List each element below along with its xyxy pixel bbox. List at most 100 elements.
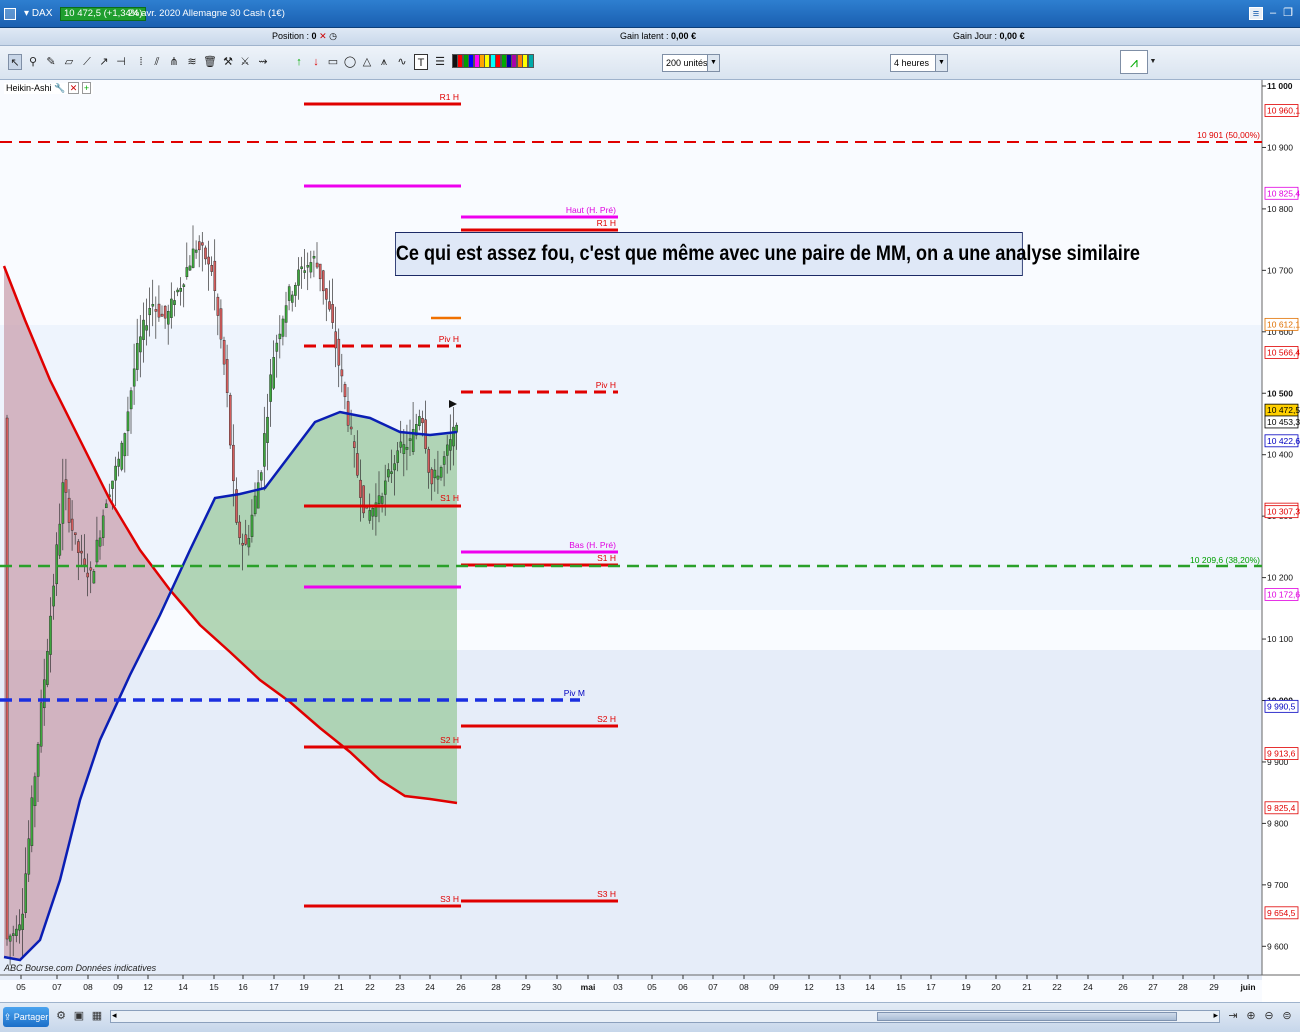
bullish-candle bbox=[142, 319, 145, 340]
gain-jour-label: Gain Jour : bbox=[953, 31, 998, 41]
date-tick-label: 05 bbox=[16, 982, 26, 992]
chevron-down-icon[interactable]: ▼ bbox=[1146, 54, 1160, 70]
fan-icon[interactable]: ≋ bbox=[185, 54, 199, 70]
magnet-icon[interactable]: ⚒ bbox=[221, 54, 235, 70]
price-tag: 10 825,4 bbox=[1267, 188, 1300, 198]
bullish-candle bbox=[43, 679, 46, 709]
line-style-icon[interactable]: ☰ bbox=[433, 54, 447, 70]
trendline-icon[interactable]: ⟋ bbox=[80, 54, 94, 70]
price-tick-label: 9 600 bbox=[1267, 941, 1289, 951]
bearish-candle bbox=[328, 301, 331, 310]
bullish-candle bbox=[368, 510, 372, 521]
add-indicator-icon[interactable]: + bbox=[81, 82, 92, 94]
buy-arrow-icon[interactable]: ↑ bbox=[292, 54, 306, 70]
restore-button[interactable]: ❐ bbox=[1281, 7, 1295, 20]
bearish-candle bbox=[315, 262, 319, 268]
zoom-in-icon[interactable]: ⊕ bbox=[1244, 1009, 1258, 1023]
rectangle-icon[interactable]: ▭ bbox=[326, 54, 340, 70]
zoom-out-icon[interactable]: ⊖ bbox=[1262, 1009, 1276, 1023]
bullish-candle bbox=[111, 480, 114, 489]
price-tick-label: 10 200 bbox=[1267, 573, 1293, 583]
date-tick-label: 06 bbox=[678, 982, 688, 992]
bullish-candle bbox=[439, 467, 443, 478]
scroll-right-icon[interactable]: ▸ bbox=[1213, 1010, 1218, 1021]
eraser-icon[interactable]: ▱ bbox=[62, 54, 76, 70]
date-tick-label: juin bbox=[1239, 982, 1255, 992]
ellipse-icon[interactable]: ◯ bbox=[343, 54, 357, 70]
cycle-icon[interactable]: ⇝ bbox=[256, 54, 270, 70]
bearish-candle bbox=[197, 241, 201, 251]
bearish-candle bbox=[201, 242, 204, 246]
date-tick-label: 21 bbox=[1022, 982, 1032, 992]
remove-indicator-icon[interactable]: ✕ bbox=[67, 82, 80, 94]
layout-icon[interactable]: ≡ bbox=[1249, 7, 1263, 20]
bullish-candle bbox=[309, 262, 313, 273]
chart-annotation[interactable]: Ce qui est assez fou, c'est que même ave… bbox=[395, 232, 1140, 276]
price-tick-label: 11 000 bbox=[1267, 81, 1293, 91]
triangle-icon[interactable]: △ bbox=[360, 54, 374, 70]
bearish-candle bbox=[427, 449, 431, 473]
bullish-candle bbox=[390, 471, 393, 474]
time-scrollbar[interactable]: ◂ ▸ bbox=[110, 1010, 1220, 1023]
screenshot-icon[interactable]: ▣ bbox=[72, 1009, 86, 1023]
gann-icon[interactable]: ⚔ bbox=[238, 54, 252, 70]
period-select[interactable]: 4 heures ▼ bbox=[890, 54, 948, 72]
scroll-end-icon[interactable]: ⇥ bbox=[1226, 1009, 1240, 1023]
chart-settings-icon[interactable]: ⚙ bbox=[54, 1009, 68, 1023]
trash-icon[interactable]: 🗑 bbox=[203, 54, 217, 70]
bullish-candle bbox=[36, 744, 40, 777]
close-position-icon[interactable]: ✕ bbox=[319, 31, 327, 41]
scroll-thumb[interactable] bbox=[877, 1012, 1177, 1021]
bearish-candle bbox=[204, 247, 207, 260]
bullish-candle bbox=[287, 286, 291, 301]
level-label: S2 H bbox=[597, 714, 616, 724]
channel-icon[interactable]: ⫽ bbox=[150, 54, 164, 70]
bullish-candle bbox=[194, 249, 198, 253]
bullish-candle bbox=[8, 935, 12, 942]
bullish-candle bbox=[49, 615, 52, 655]
chart-canvas[interactable]: R1 H 10 901 (50,00%) Haut (H. Pré) R1 H Piv … bbox=[0, 80, 1300, 1002]
price-tag: 9 990,5 bbox=[1267, 701, 1296, 711]
bearish-candle bbox=[210, 265, 214, 272]
ray-icon[interactable]: ↗ bbox=[97, 54, 111, 70]
date-tick-label: 17 bbox=[926, 982, 936, 992]
symbol-dropdown[interactable]: ▾ DAX bbox=[24, 8, 52, 19]
date-tick-label: 20 bbox=[991, 982, 1001, 992]
zoom-icon[interactable]: ⚲ bbox=[26, 54, 40, 70]
chart-type-icon[interactable]: ⩘ bbox=[1120, 50, 1148, 74]
color-swatch[interactable] bbox=[527, 54, 534, 68]
clock-icon[interactable]: ◷ bbox=[329, 31, 337, 41]
bullish-candle bbox=[408, 438, 412, 441]
wave-icon[interactable]: ∿ bbox=[395, 54, 409, 70]
bearish-candle bbox=[356, 453, 359, 476]
bearish-candle bbox=[228, 394, 232, 446]
pencil-icon[interactable]: ✎ bbox=[44, 54, 58, 70]
zoom-reset-icon[interactable]: ⊜ bbox=[1280, 1009, 1294, 1023]
bullish-candle bbox=[263, 433, 266, 467]
level-label: Piv H bbox=[439, 334, 459, 344]
vertical-line-icon[interactable]: ⁞ bbox=[134, 54, 148, 70]
sell-arrow-icon[interactable]: ↓ bbox=[309, 54, 323, 70]
price-tag: 10 612,1 bbox=[1267, 319, 1300, 329]
horizontal-line-icon[interactable]: ⊣ bbox=[114, 54, 128, 70]
wrench-icon[interactable]: 🔧 bbox=[54, 83, 65, 93]
date-tick-label: 23 bbox=[395, 982, 405, 992]
share-button[interactable]: ⇪ Partager bbox=[3, 1007, 49, 1027]
price-chart[interactable]: R1 H 10 901 (50,00%) Haut (H. Pré) R1 H Piv … bbox=[0, 80, 1300, 1002]
minimize-button[interactable]: – bbox=[1266, 7, 1280, 20]
bullish-candle bbox=[46, 651, 49, 685]
bullish-candle bbox=[123, 433, 127, 457]
bearish-candle bbox=[430, 469, 434, 485]
pitchfork-icon[interactable]: ⋔ bbox=[167, 54, 181, 70]
grid-icon[interactable]: ▦ bbox=[90, 1009, 104, 1023]
units-select[interactable]: 200 unités ▼ bbox=[662, 54, 720, 72]
level-label: S1 H bbox=[597, 553, 616, 563]
date-tick-label: 09 bbox=[769, 982, 779, 992]
scroll-left-icon[interactable]: ◂ bbox=[112, 1010, 117, 1021]
text-icon[interactable]: T bbox=[414, 54, 428, 70]
position-label: Position : bbox=[272, 31, 310, 41]
date-tick-label: 05 bbox=[647, 982, 657, 992]
cursor-icon[interactable]: ↖ bbox=[8, 54, 22, 70]
window-icon[interactable] bbox=[4, 8, 16, 20]
fibonacci-icon[interactable]: ⩚ bbox=[377, 54, 391, 70]
